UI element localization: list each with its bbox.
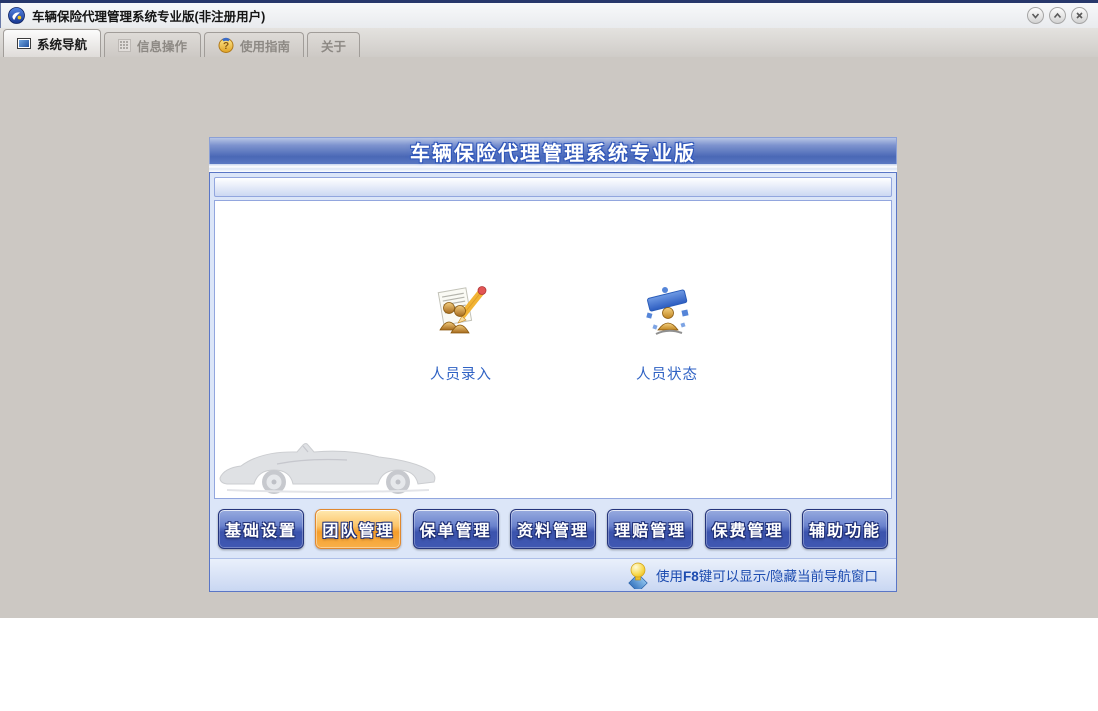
sports-car-image — [219, 443, 436, 494]
window-controls — [1027, 7, 1088, 24]
navigation-panel: 车辆保险代理管理系统专业版 人员录入 人员状态 基础设置 团队管理 保单管理 资… — [209, 137, 897, 592]
monitor-icon — [17, 38, 31, 49]
chevron-down-icon — [1031, 13, 1040, 19]
personnel-entry-icon — [437, 286, 487, 334]
nav-button-auxiliary-functions[interactable]: 辅助功能 — [801, 508, 888, 549]
svg-text:?: ? — [223, 41, 229, 52]
tab-label: 信息操作 — [137, 39, 188, 54]
nav-button-data-management[interactable]: 资料管理 — [509, 508, 596, 549]
nav-button-basic-settings[interactable]: 基础设置 — [218, 508, 304, 549]
nav-button-premium-management[interactable]: 保费管理 — [704, 508, 791, 549]
tab-user-guide[interactable]: ? 使用指南 — [204, 32, 305, 57]
bulb-icon — [628, 562, 648, 589]
nav-button-claims-management[interactable]: 理赔管理 — [607, 508, 694, 549]
status-bar: 使用F8键可以显示/隐藏当前导航窗口 — [210, 558, 896, 591]
chevron-up-icon — [1053, 12, 1062, 19]
shortcut-label: 人员状态 — [636, 367, 698, 383]
client-area: 车辆保险代理管理系统专业版 人员录入 人员状态 基础设置 团队管理 保单管理 资… — [0, 57, 1098, 618]
shortcut-personnel-entry[interactable]: 人员录入 — [413, 285, 509, 384]
tab-info-operations[interactable]: 信息操作 — [104, 32, 202, 57]
help-icon: ? — [218, 37, 234, 53]
tab-bar: 系统导航 信息操作 ? 使用指南 关于 — [0, 28, 1098, 57]
panel-title: 车辆保险代理管理系统专业版 — [410, 142, 696, 165]
tab-label: 使用指南 — [240, 39, 291, 54]
panel-body: 人员录入 人员状态 基础设置 团队管理 保单管理 资料管理 理赔管理 保费管理 … — [209, 172, 897, 592]
shortcut-personnel-status[interactable]: 人员状态 — [619, 285, 715, 384]
nav-button-team-management[interactable]: 团队管理 — [315, 508, 402, 549]
nav-button-policy-management[interactable]: 保单管理 — [412, 508, 499, 549]
status-tip-text: 使用F8键可以显示/隐藏当前导航窗口 — [655, 569, 878, 584]
close-icon — [1076, 12, 1083, 19]
nav-button-row: 基础设置 团队管理 保单管理 资料管理 理赔管理 保费管理 辅助功能 — [210, 499, 896, 558]
tab-label: 系统导航 — [37, 38, 88, 52]
app-window: 车辆保险代理管理系统专业版(非注册用户) 系统导航 信息操作 ? 使用指南 关于… — [0, 0, 1098, 618]
window-title: 车辆保险代理管理系统专业版(非注册用户) — [32, 10, 266, 24]
shortcut-label: 人员录入 — [430, 367, 492, 383]
tab-system-navigation[interactable]: 系统导航 — [3, 29, 102, 57]
personnel-status-icon — [646, 287, 689, 335]
grid-icon — [118, 38, 132, 52]
title-bar: 车辆保险代理管理系统专业版(非注册用户) — [0, 3, 1098, 28]
app-logo-icon — [8, 7, 25, 24]
close-button[interactable] — [1071, 7, 1088, 24]
panel-header: 车辆保险代理管理系统专业版 — [209, 137, 897, 165]
tab-label: 关于 — [321, 39, 347, 54]
content-area: 人员录入 人员状态 — [214, 200, 892, 499]
toolbar-strip — [214, 177, 892, 197]
minimize-button[interactable] — [1027, 7, 1044, 24]
maximize-button[interactable] — [1049, 7, 1066, 24]
tab-about[interactable]: 关于 — [307, 32, 361, 57]
